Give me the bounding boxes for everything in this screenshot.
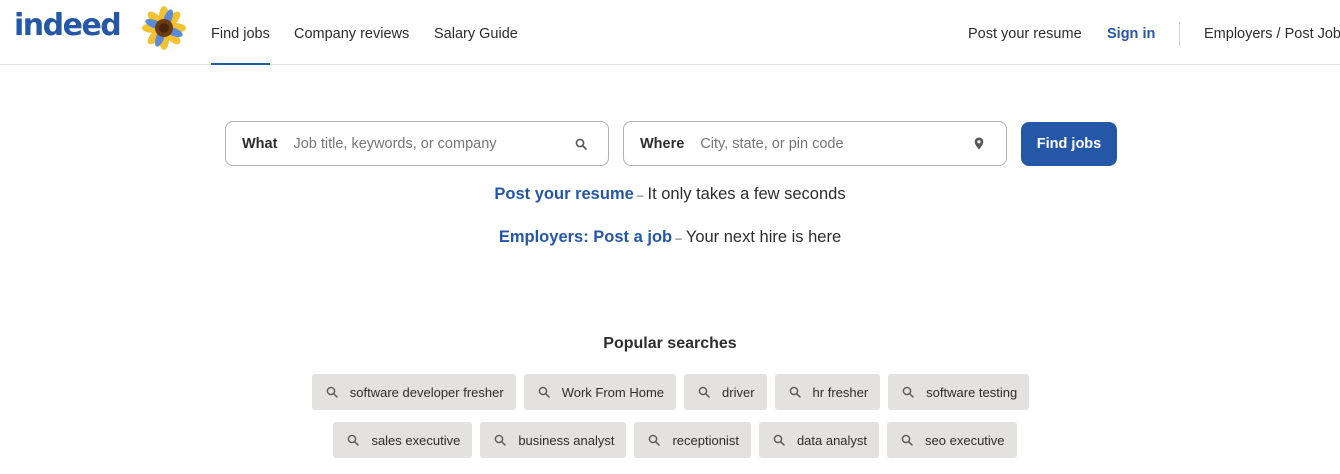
search-icon [574, 137, 588, 151]
nav-company-reviews[interactable]: Company reviews [294, 0, 409, 65]
post-resume-promo: Post your resume – It only takes a few sec… [0, 185, 1340, 204]
employers-post-job-link[interactable]: Employers: Post a job [499, 228, 672, 246]
nav-employers-post-job[interactable]: Employers / Post Job [1204, 0, 1340, 65]
promo-separator: – [675, 231, 682, 245]
location-pin-icon [972, 137, 986, 151]
search-icon [648, 434, 661, 446]
chip-label: driver [722, 384, 755, 400]
popular-searches-heading: Popular searches [603, 335, 737, 352]
where-input[interactable] [700, 135, 972, 152]
search-icon [494, 434, 507, 446]
popular-searches-row-2: sales executive business analyst recepti… [0, 422, 1340, 458]
post-resume-link[interactable]: Post your resume [494, 185, 633, 203]
top-header: indeed Find jobs Company reviews Salary … [0, 0, 1340, 65]
popular-search-chip[interactable]: seo executive [887, 422, 1017, 458]
popular-search-chip[interactable]: business analyst [480, 422, 627, 458]
popular-search-chip[interactable]: software developer fresher [311, 374, 516, 410]
search-icon [698, 386, 710, 398]
sunflower-icon [142, 6, 186, 50]
chip-label: software developer fresher [349, 384, 504, 400]
logo-text: indeed [14, 8, 122, 43]
popular-search-chip[interactable]: sales executive [333, 422, 473, 458]
popular-searches-row-1: software developer fresher Work From Hom… [0, 374, 1340, 410]
chip-label: data analyst [796, 432, 868, 448]
search-icon [773, 434, 785, 446]
popular-search-chip[interactable]: Work From Home [523, 374, 677, 410]
where-label: Where [640, 135, 685, 152]
nav-salary-guide[interactable]: Salary Guide [434, 0, 518, 65]
chip-label: receptionist [672, 432, 739, 448]
indeed-logo[interactable]: indeed [14, 8, 122, 43]
find-jobs-button[interactable]: Find jobs [1021, 122, 1117, 166]
post-resume-tagline: It only takes a few seconds [647, 185, 846, 203]
promo-separator: – [636, 188, 644, 202]
employer-promo: Employers: Post a job – Your next hire is … [0, 228, 1340, 247]
chip-label: business analyst [518, 432, 615, 448]
nav-divider [1179, 22, 1180, 46]
nav-post-resume[interactable]: Post your resume [968, 0, 1082, 65]
chip-label: hr fresher [812, 384, 869, 400]
search-icon [347, 434, 360, 446]
search-icon [326, 386, 338, 398]
popular-search-chip[interactable]: receptionist [634, 422, 751, 458]
popular-search-chip[interactable]: software testing [888, 374, 1030, 410]
chip-label: Work From Home [561, 384, 665, 400]
search-icon [902, 386, 914, 398]
where-search-box[interactable]: Where [623, 121, 1007, 166]
employer-tagline: Your next hire is here [685, 228, 842, 246]
what-input[interactable] [293, 135, 574, 152]
popular-search-chip[interactable]: driver [684, 374, 767, 410]
chip-label: sales executive [371, 432, 461, 448]
search-icon [538, 386, 550, 398]
nav-find-jobs[interactable]: Find jobs [211, 0, 270, 65]
popular-search-chip[interactable]: data analyst [758, 422, 880, 458]
search-icon [901, 434, 913, 446]
chip-label: software testing [926, 384, 1018, 400]
what-label: What [242, 135, 278, 152]
what-search-box[interactable]: What [225, 121, 609, 166]
search-icon [789, 386, 801, 398]
chip-label: seo executive [925, 432, 1005, 448]
sign-in-link[interactable]: Sign in [1107, 0, 1155, 65]
popular-search-chip[interactable]: hr fresher [774, 374, 881, 410]
